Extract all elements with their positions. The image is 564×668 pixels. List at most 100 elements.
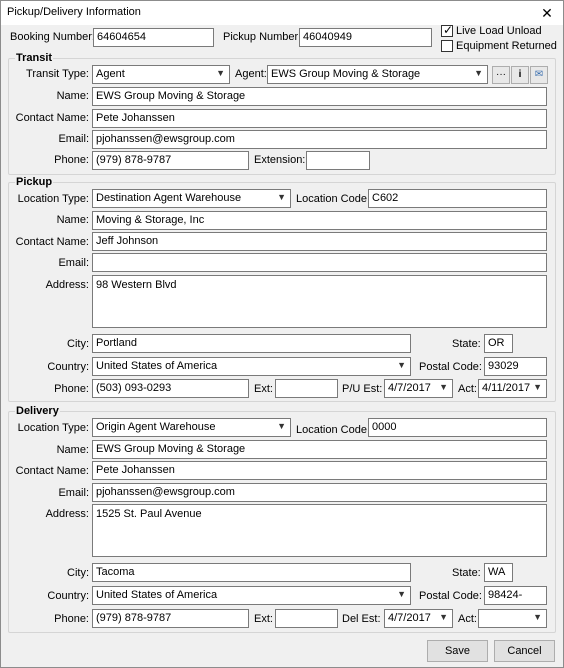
delivery-ext-label: Ext: [254,613,273,625]
chevron-down-icon: ▼ [277,421,286,431]
delivery-phone-label: Phone: [54,613,89,625]
pickup-phone-label: Phone: [54,383,89,395]
delivery-location-type-select[interactable]: Origin Agent Warehouse ▼ [92,418,291,437]
pickup-est-date[interactable]: 4/7/2017 ▼ [384,379,453,398]
delivery-state-label: State: [452,567,481,579]
delivery-city-label: City: [67,567,89,579]
transit-phone-input[interactable]: (979) 878-9787 [92,151,249,170]
dialog-window: Pickup/Delivery Information ✕ Booking Nu… [0,0,564,668]
pickup-state-label: State: [452,338,481,350]
pickup-act-date[interactable]: 4/11/2017 ▼ [478,379,547,398]
delivery-email-input[interactable]: pjohanssen@ewsgroup.com [92,483,547,502]
envelope-icon[interactable]: ✉ [530,66,548,84]
pickup-location-type-value: Destination Agent Warehouse [96,192,242,204]
transit-name-label: Name: [56,90,89,102]
chevron-down-icon: ▼ [533,612,542,622]
pickup-location-code-input[interactable]: C602 [368,189,547,208]
pickup-address-label: Address: [45,279,89,291]
pickup-city-label: City: [67,338,89,350]
delivery-phone-input[interactable]: (979) 878-9787 [92,609,249,628]
chevron-down-icon: ▼ [397,360,406,370]
pickup-group-title: Pickup [15,176,54,188]
pickup-name-label: Name: [56,214,89,226]
live-load-checkbox[interactable] [441,23,453,37]
chevron-down-icon: ▼ [216,68,225,78]
chevron-down-icon: ▼ [439,382,448,392]
delivery-address-label: Address: [45,508,89,520]
transit-group-title: Transit [15,52,54,64]
equipment-returned-checkbox[interactable] [441,40,453,52]
transit-phone-label: Phone: [54,154,89,166]
pickup-country-select[interactable]: United States of America ▼ [92,357,411,376]
info-icon[interactable]: i [511,66,529,84]
delivery-contact-input[interactable]: Pete Johanssen [92,461,547,480]
delivery-postal-label: Postal Code: [419,590,482,602]
agent-select[interactable]: EWS Group Moving & Storage ▼ [267,65,488,84]
agent-value: EWS Group Moving & Storage [271,68,421,80]
transit-extension-label: Extension: [254,154,306,166]
delivery-location-type-value: Origin Agent Warehouse [96,421,216,433]
transit-email-label: Email: [58,133,89,145]
delivery-name-input[interactable]: EWS Group Moving & Storage [92,440,547,459]
transit-email-input[interactable]: pjohanssen@ewsgroup.com [92,130,547,149]
transit-name-input[interactable]: EWS Group Moving & Storage [92,87,547,106]
save-button[interactable]: Save [427,640,488,662]
transit-type-value: Agent [96,68,125,80]
delivery-country-select[interactable]: United States of America ▼ [92,586,411,605]
delivery-est-date[interactable]: 4/7/2017 ▼ [384,609,453,628]
chevron-down-icon: ▼ [277,192,286,202]
chevron-down-icon: ▼ [474,68,483,78]
delivery-city-input[interactable]: Tacoma [92,563,411,582]
pickup-state-input[interactable]: OR [484,334,513,353]
chevron-down-icon: ▼ [533,382,542,392]
agent-label: Agent: [235,68,267,80]
transit-type-select[interactable]: Agent ▼ [92,65,230,84]
ellipsis-icon[interactable]: ··· [492,66,510,84]
pickup-email-input[interactable] [92,253,547,272]
booking-number-input[interactable]: 64604654 [93,28,214,47]
delivery-contact-label: Contact Name: [15,465,89,477]
pickup-name-input[interactable]: Moving & Storage, Inc [92,211,547,230]
pickup-number-label: Pickup Number: [223,31,302,43]
delivery-ext-input[interactable] [275,609,338,628]
delivery-name-label: Name: [56,444,89,456]
delivery-group-title: Delivery [15,405,60,417]
pickup-postal-label: Postal Code: [419,361,482,373]
pickup-est-value: 4/7/2017 [388,382,431,394]
pickup-phone-input[interactable]: (503) 093-0293 [92,379,249,398]
pickup-country-label: Country: [47,361,89,373]
live-load-label: Live Load Unload [456,25,542,37]
delivery-postal-input[interactable]: 98424- [484,586,547,605]
delivery-address-input[interactable]: 1525 St. Paul Avenue [92,504,547,557]
delivery-location-type-label: Location Type: [17,422,89,434]
close-icon[interactable]: ✕ [537,3,557,23]
pickup-contact-label: Contact Name: [15,236,89,248]
pickup-location-type-label: Location Type: [17,193,89,205]
transit-extension-input[interactable] [306,151,370,170]
delivery-location-code-label: Location Code: [296,424,370,436]
transit-type-label: Transit Type: [26,68,89,80]
delivery-country-value: United States of America [96,589,218,601]
delivery-state-input[interactable]: WA [484,563,513,582]
pickup-location-type-select[interactable]: Destination Agent Warehouse ▼ [92,189,291,208]
pickup-city-input[interactable]: Portland [92,334,411,353]
pickup-contact-input[interactable]: Jeff Johnson [92,232,547,251]
transit-contact-input[interactable]: Pete Johanssen [92,109,547,128]
delivery-act-date[interactable]: ▼ [478,609,547,628]
pickup-location-code-label: Location Code: [296,193,370,205]
transit-contact-label: Contact Name: [15,112,89,124]
pickup-number-input[interactable]: 46040949 [299,28,432,47]
delivery-est-value: 4/7/2017 [388,612,431,624]
pickup-postal-input[interactable]: 93029 [484,357,547,376]
equipment-returned-label: Equipment Returned [456,40,557,52]
pickup-act-label: Act: [458,383,477,395]
delivery-est-label: Del Est: [342,613,381,625]
chevron-down-icon: ▼ [439,612,448,622]
chevron-down-icon: ▼ [397,589,406,599]
pickup-email-label: Email: [58,257,89,269]
cancel-button[interactable]: Cancel [494,640,555,662]
pickup-country-value: United States of America [96,360,218,372]
pickup-address-input[interactable]: 98 Western Blvd [92,275,547,328]
pickup-ext-input[interactable] [275,379,338,398]
delivery-location-code-input[interactable]: 0000 [368,418,547,437]
